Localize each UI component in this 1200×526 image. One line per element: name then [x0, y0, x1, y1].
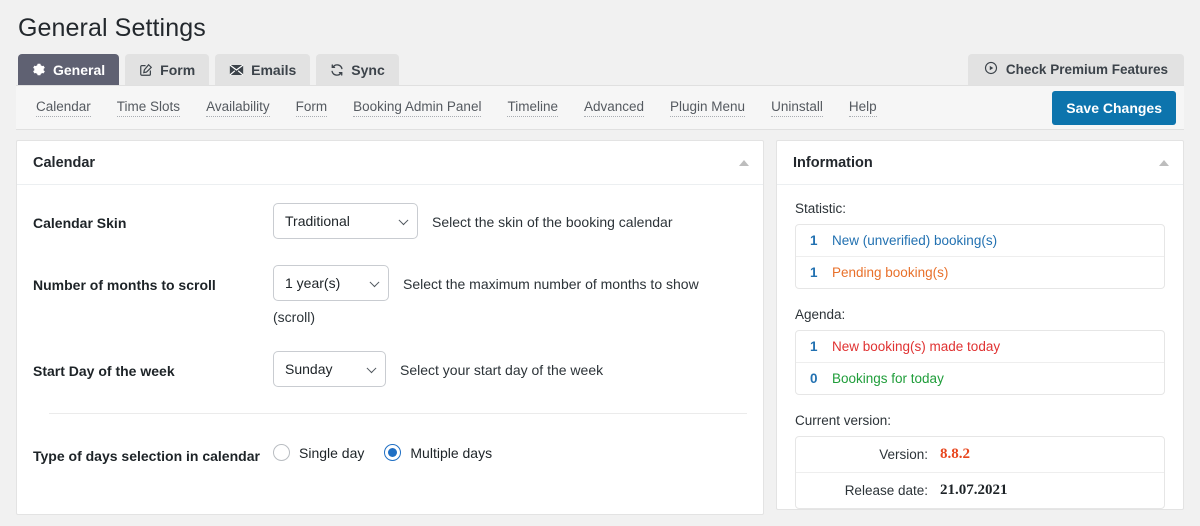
field-description: Select the skin of the booking calendar	[432, 214, 673, 230]
tab-label: General	[53, 61, 106, 78]
field-days-selection: Type of days selection in calendar Singl…	[33, 436, 747, 469]
field-label: Start Day of the week	[33, 363, 175, 379]
agenda-label[interactable]: Bookings for today	[832, 371, 944, 386]
calendar-panel-header: Calendar	[17, 141, 763, 185]
version-key: Version:	[879, 447, 928, 462]
statistic-row[interactable]: 1 Pending booking(s)	[796, 256, 1164, 288]
subtab-calendar[interactable]: Calendar	[36, 99, 91, 117]
radio-circle-icon	[384, 444, 402, 461]
subtab-plugin-menu[interactable]: Plugin Menu	[670, 99, 746, 117]
version-row: Version: 8.8.2	[796, 437, 1164, 472]
play-circle-icon	[984, 61, 998, 78]
triangle-up-icon[interactable]	[1159, 159, 1169, 166]
sub-tab-bar: Calendar Time Slots Availability Form Bo…	[16, 85, 1184, 130]
statistic-count: 1	[810, 233, 818, 248]
agenda-title: Agenda:	[795, 307, 846, 322]
subtab-time-slots[interactable]: Time Slots	[116, 99, 181, 117]
agenda-row[interactable]: 0 Bookings for today	[796, 362, 1164, 394]
calendar-panel-body: Calendar Skin Traditional Select the ski…	[17, 185, 763, 514]
tab-form[interactable]: Form	[125, 54, 210, 85]
field-months-to-scroll: Number of months to scroll 1 year(s) (sc…	[33, 265, 747, 325]
release-date-value: 21.07.2021	[940, 482, 1008, 498]
save-changes-button[interactable]: Save Changes	[1052, 90, 1176, 125]
months-to-scroll-select-wrap: 1 year(s)	[273, 265, 389, 301]
field-label: Calendar Skin	[33, 215, 127, 231]
days-selection-radio-group: Single day Multiple days	[273, 436, 492, 461]
tab-sync[interactable]: Sync	[316, 54, 399, 85]
radio-label: Multiple days	[410, 444, 493, 461]
triangle-up-icon[interactable]	[739, 159, 749, 166]
field-start-day: Start Day of the week Sunday Select your…	[33, 351, 747, 387]
field-calendar-skin: Calendar Skin Traditional Select the ski…	[33, 203, 747, 239]
subtab-availability[interactable]: Availability	[206, 99, 270, 117]
field-control: Traditional Select the skin of the booki…	[273, 203, 747, 239]
premium-label: Check Premium Features	[1005, 62, 1168, 77]
divider	[49, 413, 747, 414]
main-content: Calendar Calendar Skin Traditional Selec…	[0, 130, 1200, 515]
statistic-box: 1 New (unverified) booking(s) 1 Pending …	[795, 224, 1165, 289]
statistic-title: Statistic:	[795, 201, 847, 216]
subtab-advanced[interactable]: Advanced	[583, 99, 645, 117]
radio-label: Single day	[299, 444, 365, 461]
subtab-help[interactable]: Help	[848, 99, 877, 117]
agenda-row[interactable]: 1 New booking(s) made today	[796, 331, 1164, 362]
months-to-scroll-select[interactable]: 1 year(s)	[273, 265, 389, 301]
tab-general[interactable]: General	[18, 54, 120, 85]
tab-emails[interactable]: Emails	[215, 54, 311, 85]
tab-label: Sync	[351, 61, 385, 78]
field-control: Sunday Select your start day of the week	[273, 351, 747, 387]
agenda-count: 0	[810, 371, 818, 386]
start-day-select[interactable]: Sunday	[273, 351, 386, 387]
page-title: General Settings	[18, 14, 206, 42]
start-day-select-wrap: Sunday	[273, 351, 386, 387]
subtab-booking-admin-panel[interactable]: Booking Admin Panel	[353, 99, 482, 117]
current-version-box: Version: 8.8.2 Release date: 21.07.2021	[795, 436, 1165, 509]
statistic-label[interactable]: Pending booking(s)	[832, 265, 948, 280]
agenda-count: 1	[810, 339, 818, 354]
sub-tab-list: Calendar Time Slots Availability Form Bo…	[36, 99, 877, 117]
version-value: 8.8.2	[940, 446, 970, 462]
tab-label: Emails	[251, 61, 297, 78]
tab-bar: General Form Emails Sync Check Premium F…	[0, 53, 1200, 85]
statistic-row[interactable]: 1 New (unverified) booking(s)	[796, 225, 1164, 256]
information-panel: Information Statistic: 1 New (unverified…	[776, 140, 1184, 510]
field-label: Type of days selection in calendar	[33, 448, 260, 464]
subtab-timeline[interactable]: Timeline	[507, 99, 558, 117]
pencil-square-icon	[139, 63, 153, 77]
release-date-key: Release date:	[844, 483, 928, 498]
check-premium-features-button[interactable]: Check Premium Features	[967, 54, 1184, 85]
information-panel-body: Statistic: 1 New (unverified) booking(s)…	[777, 185, 1183, 509]
subtab-uninstall[interactable]: Uninstall	[771, 99, 823, 117]
agenda-box: 1 New booking(s) made today 0 Bookings f…	[795, 330, 1165, 395]
current-version-title: Current version:	[795, 413, 892, 428]
field-description: Select the maximum number of months to s…	[403, 276, 699, 292]
calendar-panel: Calendar Calendar Skin Traditional Selec…	[16, 140, 764, 515]
scroll-note: (scroll)	[273, 309, 315, 325]
calendar-settings-column: Calendar Calendar Skin Traditional Selec…	[16, 140, 764, 515]
field-control: 1 year(s) (scroll) Select the maximum nu…	[273, 265, 747, 325]
statistic-count: 1	[810, 265, 818, 280]
release-date-row: Release date: 21.07.2021	[796, 472, 1164, 508]
envelope-icon	[229, 63, 244, 77]
sync-icon	[330, 63, 344, 77]
subtab-form[interactable]: Form	[295, 99, 328, 117]
calendar-skin-select-wrap: Traditional	[273, 203, 418, 239]
radio-circle-icon	[273, 444, 290, 461]
radio-multiple-days[interactable]: Multiple days	[384, 444, 492, 461]
agenda-label[interactable]: New booking(s) made today	[832, 339, 1000, 354]
tab-label: Form	[160, 61, 196, 78]
calendar-skin-select[interactable]: Traditional	[273, 203, 418, 239]
information-column: Information Statistic: 1 New (unverified…	[776, 140, 1184, 510]
field-description: Select your start day of the week	[400, 362, 604, 378]
radio-single-day[interactable]: Single day	[273, 444, 364, 461]
gear-icon	[32, 63, 46, 77]
calendar-panel-title: Calendar	[33, 154, 96, 171]
statistic-label[interactable]: New (unverified) booking(s)	[832, 233, 997, 248]
information-panel-title: Information	[793, 154, 873, 171]
information-panel-header: Information	[777, 141, 1183, 185]
field-label: Number of months to scroll	[33, 277, 216, 293]
